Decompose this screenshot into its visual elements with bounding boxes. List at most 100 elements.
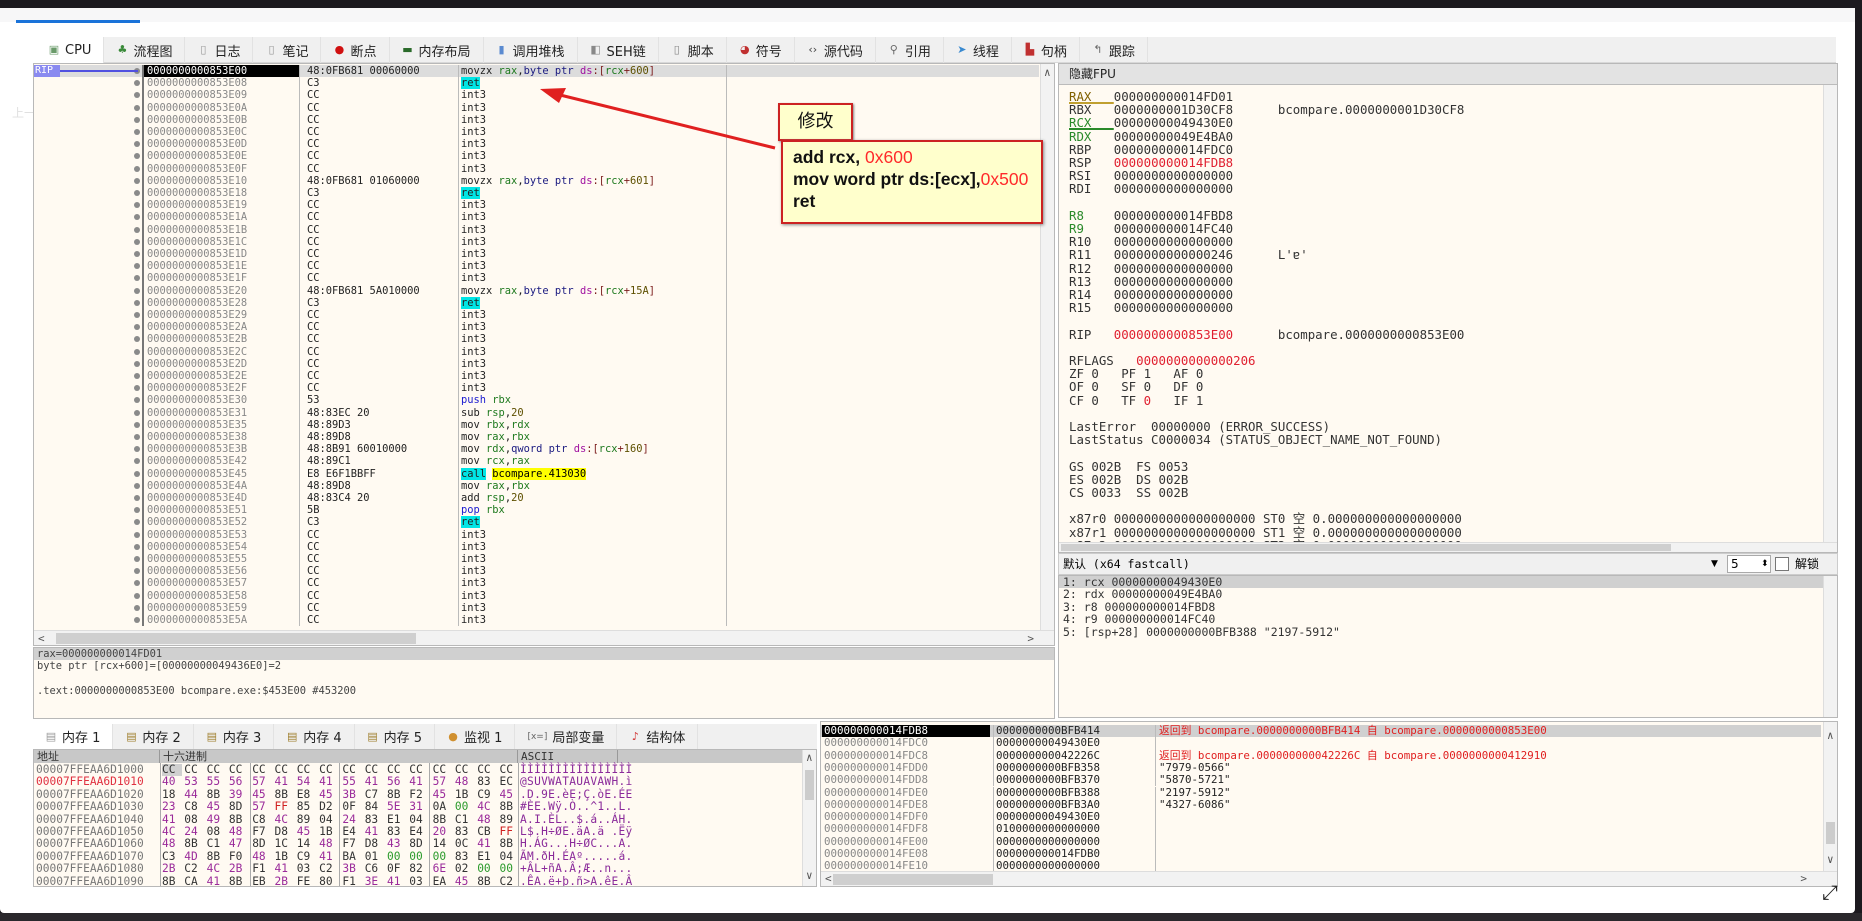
memory-byte[interactable]: 0F	[387, 862, 407, 875]
memory-vscroll[interactable]: ∧ ∨	[802, 750, 816, 886]
scroll-up-icon[interactable]: ∧	[1044, 66, 1051, 79]
gutter[interactable]	[34, 394, 141, 406]
tab-4[interactable]: ▤ 内存 4	[274, 724, 355, 749]
stack-row[interactable]: 000000000014FDD0 0000000000BFB358 "7979-05…	[821, 761, 1821, 775]
breakpoint-dot-icon[interactable]	[134, 129, 140, 135]
breakpoint-dot-icon[interactable]	[134, 519, 140, 526]
memory-byte[interactable]: 56	[229, 775, 249, 788]
stack-row[interactable]: 000000000014FDE0 0000000000BFB388 "2197-59…	[821, 786, 1821, 799]
breakpoint-dot-icon[interactable]	[134, 92, 140, 99]
disassembly-row[interactable]: 0000000000853E30 53 push rbx	[34, 394, 1039, 407]
gutter[interactable]	[34, 138, 141, 150]
gutter[interactable]	[34, 321, 141, 333]
disassembly-row[interactable]: 0000000000853E09 CC int3	[34, 89, 1039, 102]
breakpoint-dot-icon[interactable]	[134, 153, 140, 160]
breakpoint-dot-icon[interactable]	[134, 495, 140, 501]
memory-byte[interactable]: 0A	[433, 800, 453, 813]
disassembly-row[interactable]: 0000000000853E0A CC int3	[34, 101, 1039, 114]
gutter[interactable]	[34, 529, 141, 541]
register-line[interactable]: R15 0000000000000000	[1069, 301, 1233, 314]
breakpoint-dot-icon[interactable]	[134, 482, 140, 489]
memory-byte[interactable]: 31	[409, 800, 429, 813]
disassembly-row[interactable]: 0000000000853E00 48:0FB681 00060000 movzx …	[34, 65, 1039, 78]
stack-row[interactable]: 000000000014FDC0 00000000049430E0	[821, 736, 1821, 750]
register-line[interactable]: R11 0000000000000246 L'ɐ'	[1069, 248, 1308, 261]
gutter[interactable]	[34, 150, 141, 162]
memory-byte[interactable]: CA	[184, 875, 204, 886]
stack-vscroll[interactable]: ∧ ∨	[1823, 722, 1837, 873]
memory-byte[interactable]: F1	[342, 875, 362, 886]
tab-9[interactable]: ▯ 脚本	[659, 37, 727, 63]
gutter[interactable]	[34, 480, 141, 492]
memory-byte[interactable]: 55	[207, 775, 227, 788]
scroll-left-icon[interactable]: <	[38, 632, 45, 645]
gutter[interactable]	[34, 126, 141, 138]
disassembly-row[interactable]: 0000000000853E2D CC int3	[34, 357, 1039, 370]
tab-2[interactable]: ▤ 内存 2	[113, 724, 194, 749]
memory-byte[interactable]: 82	[409, 862, 429, 875]
gutter[interactable]	[34, 382, 141, 394]
breakpoint-dot-icon[interactable]	[134, 238, 140, 245]
gutter[interactable]	[34, 260, 141, 272]
tab-7[interactable]: [x=] 局部变量	[515, 724, 618, 749]
memory-byte[interactable]: 8B	[500, 800, 520, 813]
gutter[interactable]	[34, 77, 141, 89]
stack-row[interactable]: 000000000014FDC8 000000000042226C 返回到 bcom…	[821, 749, 1821, 762]
breakpoint-dot-icon[interactable]	[134, 348, 140, 355]
arg-line[interactable]: 2: rdx 00000000049E4BA0	[1059, 588, 1837, 601]
breakpoint-dot-icon[interactable]	[134, 360, 140, 367]
gutter[interactable]	[34, 175, 141, 187]
tab-7[interactable]: ▮ 调用堆栈	[484, 37, 578, 63]
scroll-right-icon[interactable]: >	[1800, 872, 1807, 885]
scroll-up-icon[interactable]: ∧	[1827, 729, 1834, 742]
register-line[interactable]: R10 0000000000000000	[1069, 235, 1233, 248]
stack-view[interactable]: 000000000014FDB8 0000000000BFB414 返回到 bcom…	[820, 721, 1838, 887]
memory-byte[interactable]: 54	[297, 775, 317, 788]
disassembly-row[interactable]: 0000000000853E1E CC int3	[34, 260, 1039, 273]
memory-byte[interactable]: 5E	[387, 800, 407, 813]
memory-byte[interactable]: 14	[297, 837, 317, 850]
disassembly-row[interactable]: 0000000000853E4A 48:89D8 mov rax,rbx	[34, 479, 1039, 492]
memory-byte[interactable]: 02	[455, 862, 475, 875]
memory-byte[interactable]: 3B	[342, 862, 362, 875]
breakpoint-dot-icon[interactable]	[134, 251, 140, 257]
breakpoint-dot-icon[interactable]	[134, 556, 140, 562]
breakpoint-dot-icon[interactable]	[134, 226, 140, 233]
memory-byte[interactable]: EC	[500, 775, 520, 788]
memory-byte[interactable]: 23	[162, 800, 182, 813]
gutter[interactable]	[34, 614, 141, 626]
gutter[interactable]	[34, 163, 141, 175]
memory-byte[interactable]: 55	[342, 775, 362, 788]
disassembly-row[interactable]: 0000000000853E38 48:89D8 mov rax,rbx	[34, 431, 1039, 444]
breakpoint-dot-icon[interactable]	[134, 446, 140, 453]
memory-byte[interactable]: 48	[162, 837, 182, 850]
tab-10[interactable]: ◕ 符号	[727, 37, 795, 63]
breakpoint-dot-icon[interactable]	[134, 177, 140, 184]
gutter[interactable]	[34, 516, 141, 528]
scroll-down-icon[interactable]: ∨	[1827, 853, 1834, 866]
disassembly-row[interactable]: 0000000000853E51 5B pop rbx	[34, 504, 1039, 517]
calling-convention-select[interactable]: 默认 (x64 fastcall)	[1063, 554, 1190, 574]
disassembly-hscroll[interactable]: < >	[34, 630, 1054, 645]
breakpoint-dot-icon[interactable]	[134, 531, 140, 538]
disassembly-row[interactable]: 0000000000853E59 CC int3	[34, 601, 1039, 614]
memory-byte[interactable]: 2B	[162, 862, 182, 875]
breakpoint-dot-icon[interactable]	[134, 324, 140, 331]
gutter[interactable]	[34, 541, 141, 553]
memory-byte[interactable]: 45	[455, 875, 475, 886]
memory-byte[interactable]: 48	[319, 837, 339, 850]
tab-6[interactable]: ● 监视 1	[435, 724, 516, 749]
gutter[interactable]	[34, 419, 141, 431]
memory-byte[interactable]: 47	[229, 837, 249, 850]
breakpoint-dot-icon[interactable]	[134, 568, 140, 575]
breakpoint-dot-icon[interactable]	[134, 165, 140, 172]
disassembly-row[interactable]: 0000000000853E2A CC int3	[34, 321, 1039, 334]
gutter[interactable]	[34, 285, 141, 297]
hide-fpu-button[interactable]: 隐藏FPU	[1059, 64, 1837, 85]
register-line[interactable]: R8 000000000014FBD8	[1069, 209, 1233, 222]
breakpoint-dot-icon[interactable]	[134, 275, 140, 282]
memory-byte[interactable]: 0F	[342, 800, 362, 813]
gutter[interactable]	[34, 272, 141, 284]
arg-line[interactable]: 5: [rsp+28] 0000000000BFB388 "2197-5912"	[1059, 625, 1837, 638]
memory-byte[interactable]: 03	[409, 875, 429, 886]
